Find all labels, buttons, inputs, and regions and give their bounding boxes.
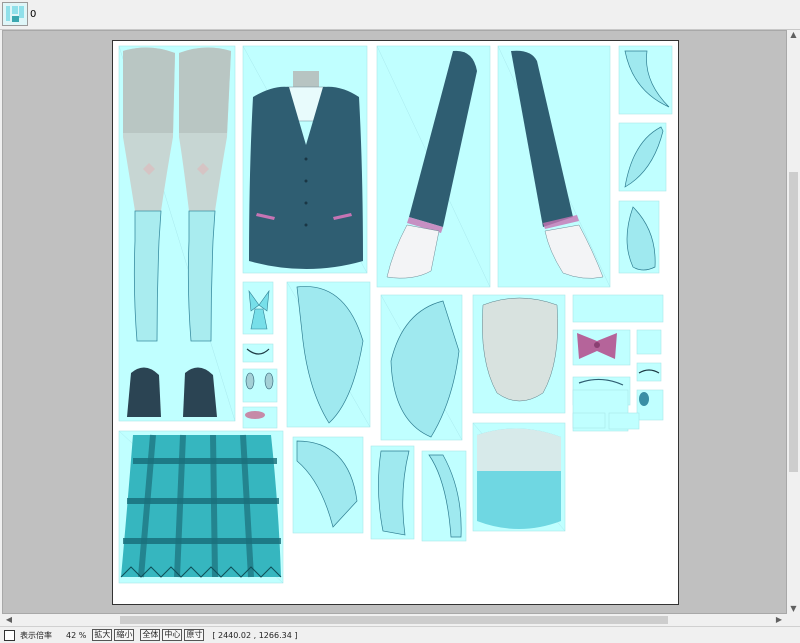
zoom-label: 表示倍率 [20, 630, 52, 640]
canvas-viewport[interactable] [2, 30, 787, 614]
scroll-right-icon[interactable]: ▶ [774, 615, 784, 625]
texture-canvas[interactable] [112, 40, 679, 605]
document-tab[interactable]: 0 [2, 2, 36, 26]
document-thumbnail[interactable] [2, 2, 28, 26]
zoom-checkbox[interactable] [4, 629, 15, 641]
actual-size-button[interactable]: 原寸 [184, 629, 205, 641]
horizontal-scrollbar[interactable]: ◀ ▶ [2, 614, 787, 626]
zoom-in-button[interactable]: 拡大 [92, 629, 113, 641]
scroll-left-icon[interactable]: ◀ [4, 615, 14, 625]
cursor-coordinates: [ 2440.02 , 1266.34 ] [212, 630, 298, 640]
vertical-scrollbar[interactable]: ▲ ▼ [787, 30, 800, 614]
vertical-scroll-thumb[interactable] [789, 172, 798, 472]
scroll-down-icon[interactable]: ▼ [787, 604, 800, 614]
status-bar: 表示倍率 42 % 拡大 縮小 全体 中心 原寸 [ 2440.02 , 126… [0, 626, 800, 643]
horizontal-scroll-thumb[interactable] [120, 616, 668, 624]
document-tab-bar: 0 [0, 0, 800, 30]
texture-atlas-image [118, 45, 673, 584]
tab-label: 0 [30, 8, 37, 20]
center-button[interactable]: 中心 [162, 629, 183, 641]
scroll-up-icon[interactable]: ▲ [787, 30, 800, 40]
fit-all-button[interactable]: 全体 [140, 629, 161, 641]
zoom-out-button[interactable]: 縮小 [114, 629, 135, 641]
zoom-value: 42 % [66, 630, 87, 640]
